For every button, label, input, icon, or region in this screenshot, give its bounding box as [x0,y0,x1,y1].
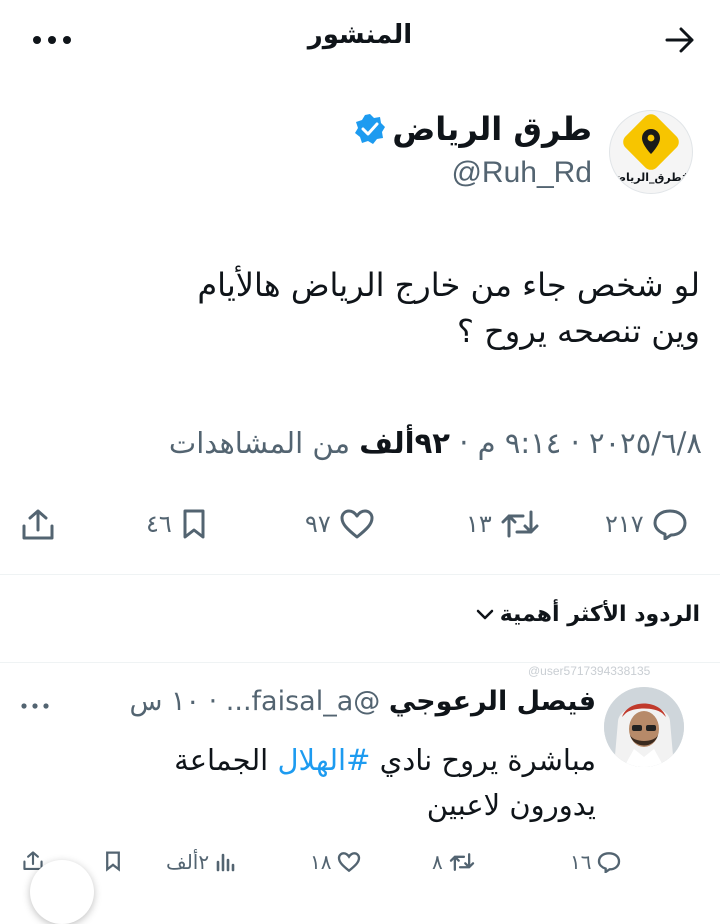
verified-badge-icon [355,114,385,144]
reply-icon [653,509,687,540]
author-name[interactable]: طرق الرياض [392,110,592,148]
repost-icon [449,853,474,871]
post-text-line: لو شخص جاء من خارج الرياض هالأيام [197,266,700,304]
reply-header: فيصل الرعوجي @faisal_a... · ١٠ س [129,686,596,717]
reply-repost-action[interactable]: ٨ [432,850,475,874]
reply-bookmark-button[interactable] [104,850,122,872]
reply-time: ١٠ س [129,686,201,717]
hashtag-link[interactable]: #الهلال [277,743,370,777]
post-meta: ٢٠٢٥/٦/٨ · ٩:١٤ م · ٩٢ألف من المشاهدات [168,426,702,460]
divider [0,662,720,663]
reply-count: ٢١٧ [605,510,644,538]
share-icon [22,509,54,540]
user-photo [604,687,684,767]
author-avatar[interactable]: #طرق_الرياض [609,110,693,194]
bookmark-icon [106,851,120,872]
post-time: ٩:١٤ م [477,426,562,460]
avatar-caption: #طرق_الرياض [611,171,691,184]
reply-more-button[interactable] [20,698,50,714]
repost-icon [501,510,539,538]
views-label: من المشاهدات [168,426,350,460]
like-count: ٩٧ [305,510,331,538]
heart-icon [338,852,361,873]
reply-reply-action[interactable]: ١٦ [570,850,621,874]
replies-sort-label: الردود الأكثر أهمية [499,602,700,627]
floating-like-button[interactable] [30,860,94,924]
reply-author-handle[interactable]: @faisal_a... [226,686,380,717]
repost-count: ١٣ [466,510,492,538]
share-button[interactable] [20,508,56,542]
bookmark-icon [183,509,205,539]
bookmark-count: ٤٦ [146,510,172,538]
bookmark-action[interactable]: ٤٦ [146,508,208,540]
post-text: لو شخص جاء من خارج الرياض هالأيام وين تن… [20,262,700,354]
chevron-down-icon [476,609,493,619]
divider [0,574,720,575]
page-title: المنشور [307,20,413,50]
more-dots-icon [33,36,71,44]
reply-text: مباشرة يروح نادي #الهلال الجماعة يدورون … [174,743,596,822]
reply-like-action[interactable]: ١٨ [310,850,361,874]
views-bar-icon [216,853,235,872]
watermark: @user5717394338135 [528,664,651,678]
post-text-line: وين تنصحه يروح ؟ [456,312,700,350]
more-options-button[interactable] [30,26,74,54]
reply-author-name[interactable]: فيصل الرعوجي [389,686,596,717]
heart-icon [340,509,374,539]
reply-icon [598,852,621,873]
repost-action[interactable]: ١٣ [466,508,540,540]
author-handle[interactable]: @Ruh_Rd [451,156,592,190]
replies-sort-dropdown[interactable]: الردود الأكثر أهمية [476,602,700,627]
reply-views-action[interactable]: ٢ألف [166,850,237,874]
post-date: ٢٠٢٥/٦/٨ [589,426,702,460]
reply-avatar[interactable] [604,687,684,767]
more-dots-icon [21,703,49,709]
like-action[interactable]: ٩٧ [305,508,375,540]
views-count: ٩٢ألف [359,426,450,460]
reply-action[interactable]: ٢١٧ [605,508,688,540]
